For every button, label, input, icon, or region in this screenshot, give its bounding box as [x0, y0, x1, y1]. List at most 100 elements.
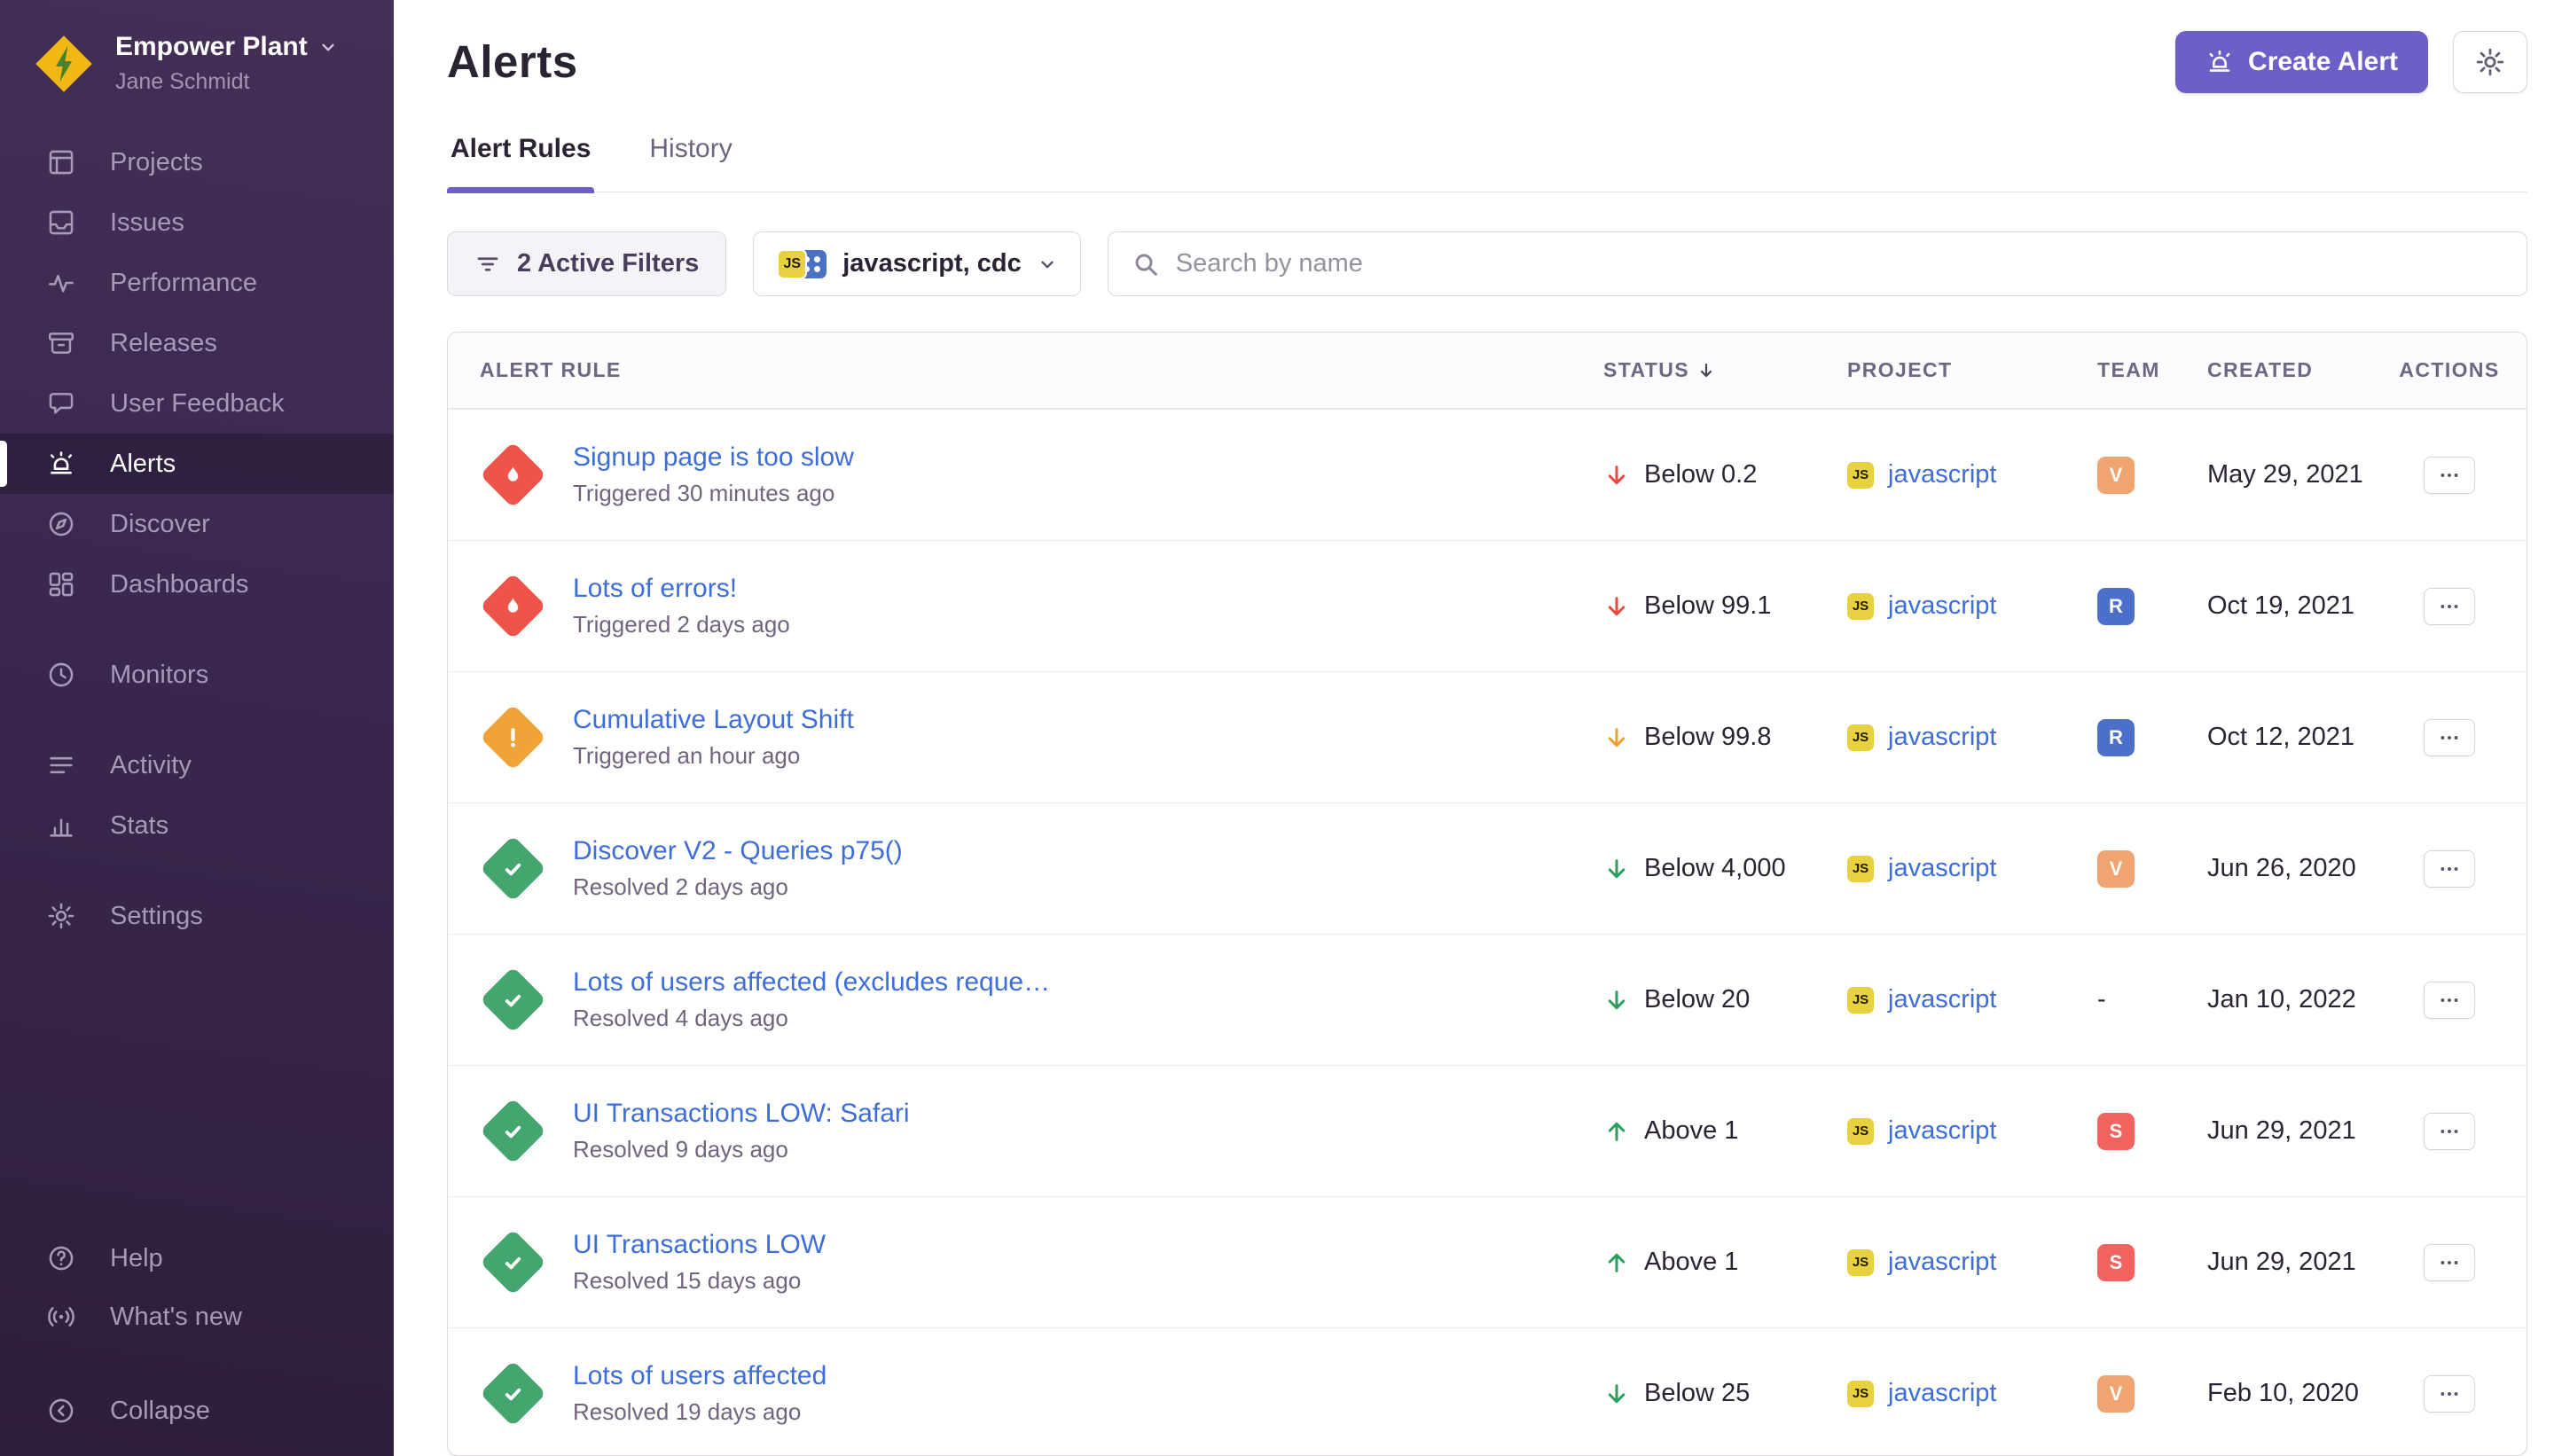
- critical-alert-icon: [480, 574, 546, 640]
- resolved-alert-icon: [480, 1099, 546, 1165]
- sidebar-item-label: What's new: [110, 1303, 242, 1332]
- created-date: Feb 10, 2020: [2207, 1379, 2404, 1408]
- alert-rule-link[interactable]: Cumulative Layout Shift: [573, 705, 854, 735]
- alert-rule-row: Lots of users affected (excludes reque… …: [448, 934, 2527, 1065]
- org-switcher[interactable]: Empower Plant Jane Schmidt: [0, 0, 394, 95]
- chevron-down-icon: [1038, 254, 1057, 274]
- alert-rule-row: Lots of errors! Triggered 2 days ago Bel…: [448, 540, 2527, 671]
- help-icon: [46, 1243, 76, 1273]
- project-link[interactable]: javascript: [1888, 1116, 1997, 1146]
- sidebar-item-label: Releases: [110, 329, 217, 358]
- sidebar-item-activity[interactable]: Activity: [0, 735, 394, 795]
- project-link[interactable]: javascript: [1888, 1379, 1997, 1408]
- filter-bar: 2 Active Filters JS javascript, cdc: [447, 231, 2527, 297]
- status-value: Above 1: [1644, 1248, 1738, 1277]
- search-field: [1108, 231, 2527, 297]
- alert-rule-link[interactable]: Lots of users affected (excludes reque…: [573, 967, 1050, 998]
- sidebar-item-issues[interactable]: Issues: [0, 192, 394, 253]
- team-avatar: S: [2097, 1244, 2135, 1281]
- sidebar-item-dashboards[interactable]: Dashboards: [0, 554, 394, 614]
- row-actions-button[interactable]: [2424, 719, 2475, 756]
- javascript-platform-icon: JS: [1847, 1118, 1874, 1145]
- team-none: -: [2097, 985, 2106, 1014]
- sidebar-item-whats-new[interactable]: What's new: [0, 1288, 394, 1346]
- alert-rule-link[interactable]: Signup page is too slow: [573, 442, 854, 473]
- row-actions-button[interactable]: [2424, 457, 2475, 494]
- tab-alert-rules[interactable]: Alert Rules: [447, 129, 594, 192]
- nav-group-divider: [0, 705, 394, 735]
- project-filter-dropdown[interactable]: JS javascript, cdc: [753, 231, 1081, 297]
- sidebar-item-stats[interactable]: Stats: [0, 795, 394, 856]
- dashboards-icon: [46, 569, 76, 599]
- sidebar-item-help[interactable]: Help: [0, 1229, 394, 1288]
- project-link[interactable]: javascript: [1888, 723, 1997, 752]
- sidebar-item-settings[interactable]: Settings: [0, 886, 394, 946]
- alert-rule-link[interactable]: Lots of errors!: [573, 574, 790, 604]
- alerts-settings-button[interactable]: [2453, 31, 2527, 93]
- resolved-alert-icon: [480, 967, 546, 1034]
- javascript-platform-icon: JS: [1847, 724, 1874, 751]
- sidebar-item-projects[interactable]: Projects: [0, 132, 394, 192]
- ellipsis-icon: [2438, 1120, 2461, 1143]
- table-header-row: ALERT RULE STATUS PROJECT TEAM CREATED A…: [448, 333, 2527, 409]
- row-actions-button[interactable]: [2424, 588, 2475, 625]
- sidebar-item-label: Collapse: [110, 1397, 210, 1426]
- activity-icon: [46, 750, 76, 780]
- resolved-alert-icon: [480, 1230, 546, 1296]
- sidebar-item-performance[interactable]: Performance: [0, 253, 394, 313]
- created-date: May 29, 2021: [2207, 460, 2404, 489]
- created-date: Oct 12, 2021: [2207, 723, 2404, 752]
- row-actions-button[interactable]: [2424, 850, 2475, 888]
- alert-rule-link[interactable]: Discover V2 - Queries p75(): [573, 836, 903, 866]
- project-link[interactable]: javascript: [1888, 591, 1997, 621]
- alerts-table: ALERT RULE STATUS PROJECT TEAM CREATED A…: [447, 332, 2527, 1456]
- sidebar-item-monitors[interactable]: Monitors: [0, 645, 394, 705]
- active-filters-button[interactable]: 2 Active Filters: [447, 231, 726, 297]
- sidebar: Empower Plant Jane Schmidt Projects Issu…: [0, 0, 394, 1456]
- alert-rule-row: Lots of users affected Resolved 19 days …: [448, 1327, 2527, 1456]
- row-actions-button[interactable]: [2424, 1375, 2475, 1413]
- collapse-icon: [46, 1396, 76, 1426]
- ellipsis-icon: [2438, 464, 2461, 487]
- column-header-status[interactable]: STATUS: [1603, 358, 1847, 382]
- status-value: Below 0.2: [1644, 460, 1757, 489]
- sidebar-item-discover[interactable]: Discover: [0, 494, 394, 554]
- project-link[interactable]: javascript: [1888, 985, 1997, 1014]
- alert-rule-detail: Resolved 15 days ago: [573, 1267, 826, 1295]
- alert-rule-link[interactable]: UI Transactions LOW: Safari: [573, 1099, 910, 1129]
- page-header: Alerts Create Alert: [447, 30, 2527, 94]
- issues-icon: [46, 207, 76, 238]
- row-actions-button[interactable]: [2424, 982, 2475, 1019]
- status-value: Below 25: [1644, 1379, 1750, 1408]
- search-icon: [1132, 250, 1160, 278]
- sidebar-item-label: Discover: [110, 510, 210, 539]
- project-link[interactable]: javascript: [1888, 1248, 1997, 1277]
- project-link[interactable]: javascript: [1888, 460, 1997, 489]
- sidebar-item-alerts[interactable]: Alerts: [0, 434, 394, 494]
- tab-history[interactable]: History: [646, 129, 735, 192]
- javascript-platform-icon: JS: [1847, 987, 1874, 1014]
- sidebar-item-user-feedback[interactable]: User Feedback: [0, 373, 394, 434]
- page-title: Alerts: [447, 35, 578, 88]
- row-actions-button[interactable]: [2424, 1113, 2475, 1150]
- javascript-platform-icon: JS: [1847, 462, 1874, 489]
- sidebar-collapse-button[interactable]: Collapse: [0, 1382, 394, 1440]
- discover-icon: [46, 509, 76, 539]
- row-actions-button[interactable]: [2424, 1244, 2475, 1281]
- alert-rule-detail: Triggered 30 minutes ago: [573, 480, 854, 507]
- empower-plant-logo: [34, 34, 94, 94]
- project-link[interactable]: javascript: [1888, 854, 1997, 883]
- column-header-created: CREATED: [2207, 358, 2404, 382]
- alert-rule-link[interactable]: UI Transactions LOW: [573, 1230, 826, 1260]
- alert-rule-row: UI Transactions LOW Resolved 15 days ago…: [448, 1196, 2527, 1327]
- search-input[interactable]: [1176, 249, 2503, 278]
- projects-icon: [46, 147, 76, 177]
- created-date: Jun 26, 2020: [2207, 854, 2404, 883]
- team-avatar: R: [2097, 588, 2135, 625]
- sidebar-item-releases[interactable]: Releases: [0, 313, 394, 373]
- create-alert-button[interactable]: Create Alert: [2175, 31, 2428, 93]
- status-value: Below 99.8: [1644, 723, 1772, 752]
- ellipsis-icon: [2438, 595, 2461, 618]
- arrow-down-icon: [1603, 856, 1630, 882]
- alert-rule-link[interactable]: Lots of users affected: [573, 1361, 827, 1391]
